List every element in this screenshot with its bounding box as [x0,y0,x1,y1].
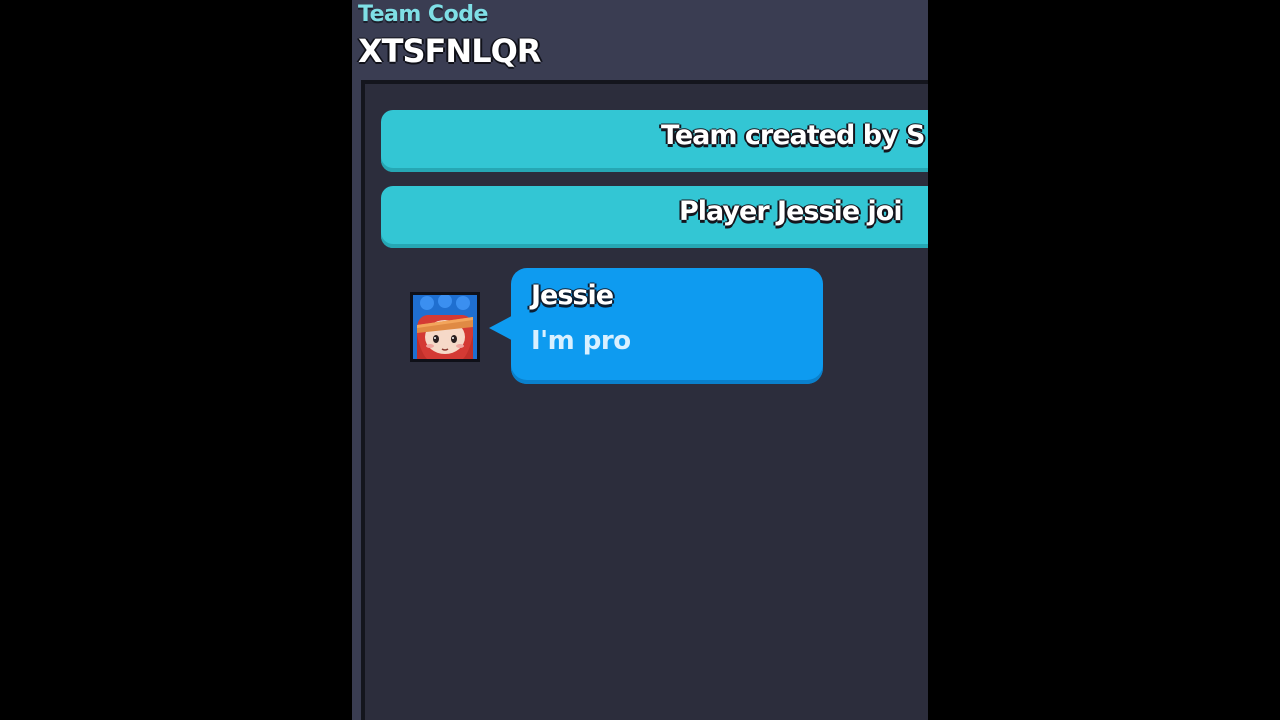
jessie-portrait-icon-graphic [413,295,477,359]
jessie-portrait-icon[interactable] [410,292,480,362]
system-message-text: Player Jessie joi [679,196,903,227]
chat-message-bubble[interactable]: Jessie I'm pro [511,268,823,384]
team-code-value[interactable]: XTSFNLQR [358,32,541,70]
system-message: Player Jessie joi [381,186,928,248]
chat-log[interactable]: Team created by S Player Jessie joi Jess… [361,80,928,720]
message-text: I'm pro [531,326,631,356]
system-message: Team created by S [381,110,928,172]
screen: Team Code XTSFNLQR Team created by S Pla… [0,0,1280,720]
message-sender-name[interactable]: Jessie [531,280,614,311]
team-chat-panel: Team Code XTSFNLQR Team created by S Pla… [352,0,928,720]
system-message-text: Team created by S [661,120,925,151]
team-code-label: Team Code [358,2,488,27]
